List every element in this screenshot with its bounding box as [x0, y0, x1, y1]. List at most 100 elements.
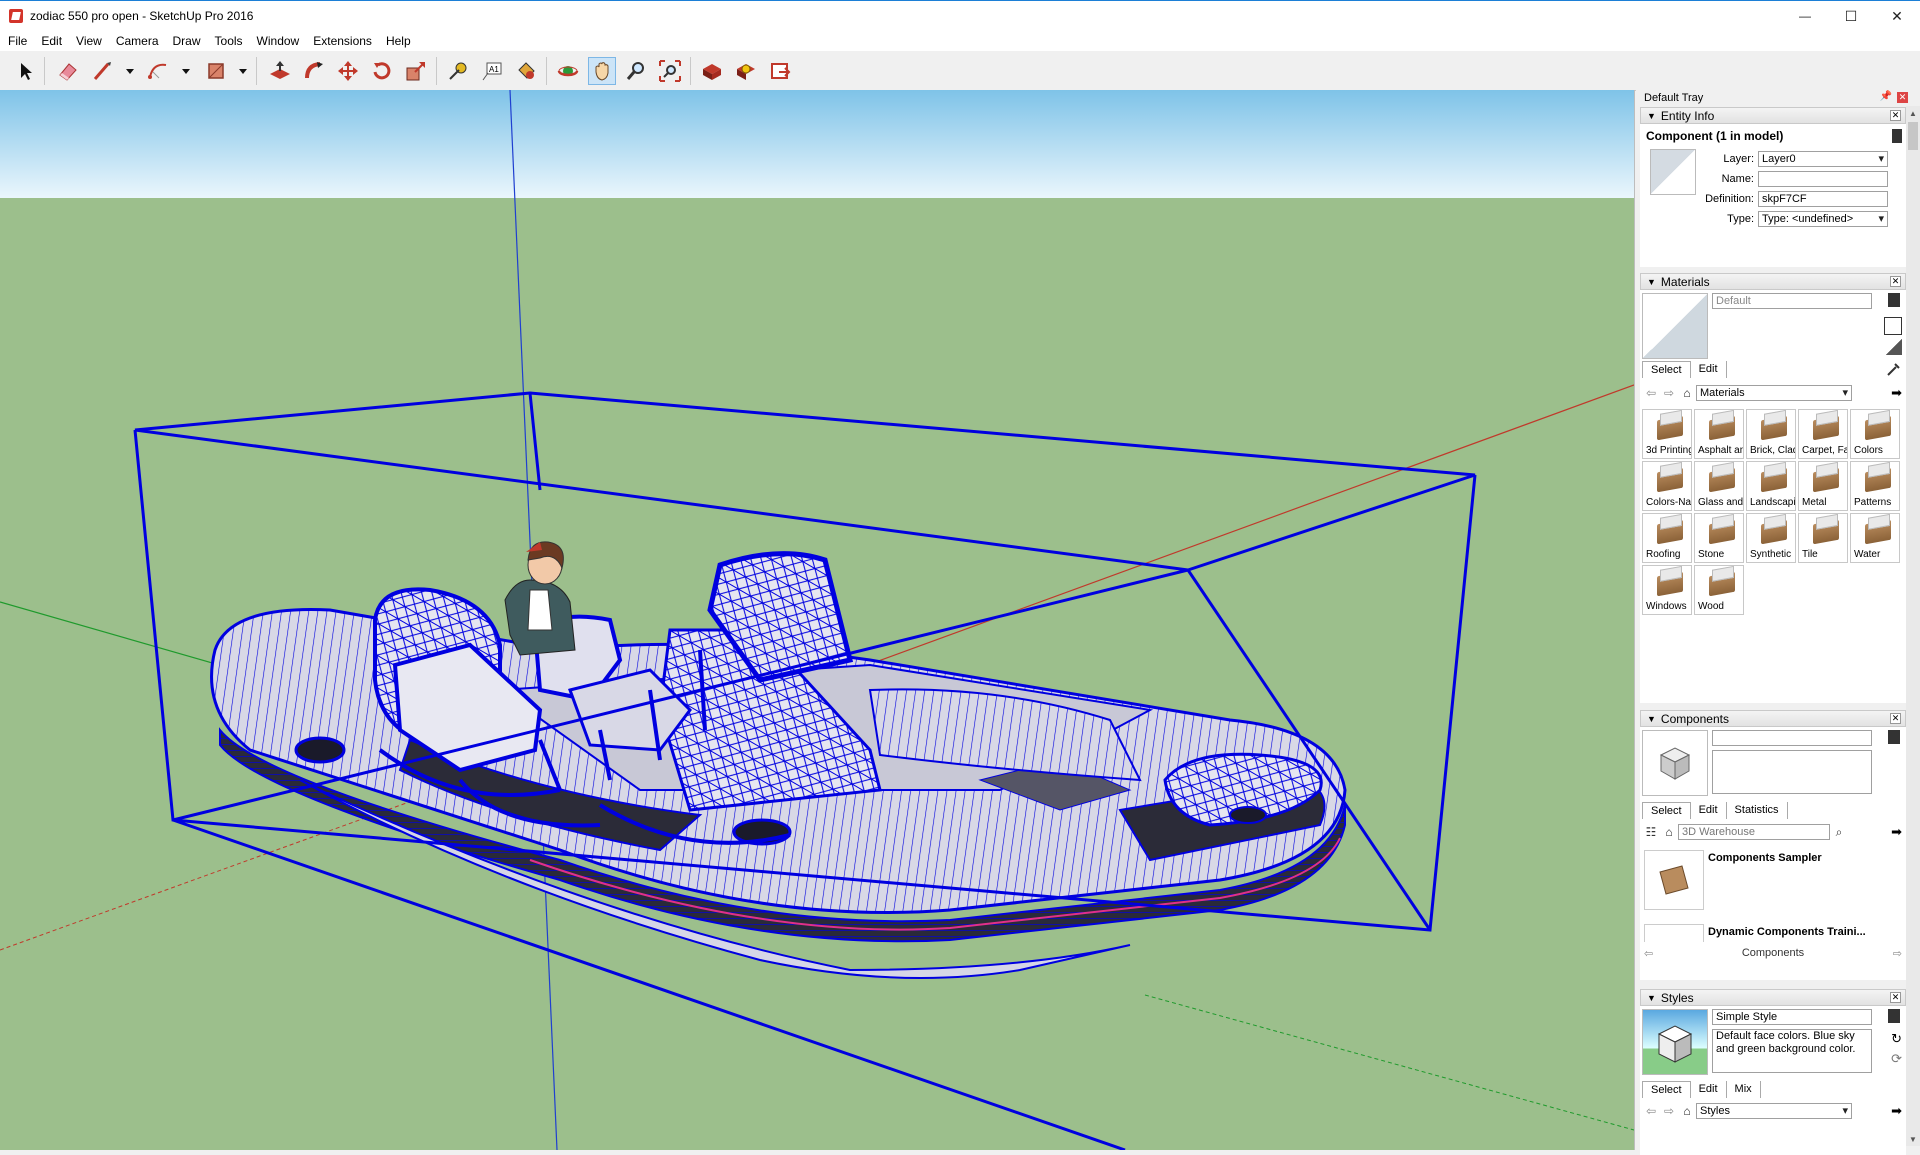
component-description-field[interactable] [1712, 750, 1872, 794]
update-style-icon[interactable]: ↻ [1891, 1031, 1902, 1047]
material-folder[interactable]: Patterns [1850, 461, 1900, 511]
forward-icon[interactable]: ⇨ [1660, 1103, 1678, 1119]
collapse-triangle-icon[interactable]: ▼ [1647, 277, 1656, 287]
create-style-icon[interactable] [1888, 1009, 1900, 1023]
scroll-down-icon[interactable]: ▼ [1906, 1132, 1920, 1146]
material-folder[interactable]: Synthetic [1746, 513, 1796, 563]
orbit-icon[interactable] [554, 57, 582, 85]
details-arrow-icon[interactable]: ➡ [1891, 1103, 1902, 1119]
sketchup-app-icon[interactable] [9, 9, 23, 23]
line-dropdown-icon[interactable] [125, 66, 135, 76]
home-icon[interactable]: ⌂ [1678, 385, 1696, 401]
material-folder[interactable]: Roofing [1642, 513, 1692, 563]
tray-close-icon[interactable]: ✕ [1897, 92, 1908, 103]
menu-draw[interactable]: Draw [166, 34, 208, 48]
material-folder[interactable]: Landscaping [1746, 461, 1796, 511]
material-folder[interactable]: Colors [1850, 409, 1900, 459]
zoom-extents-icon[interactable] [656, 57, 684, 85]
arc-dropdown-icon[interactable] [181, 66, 191, 76]
components-title-bar[interactable]: ▼ Components ✕ [1640, 710, 1906, 727]
tab-statistics[interactable]: Statistics [1727, 802, 1788, 819]
pan-icon[interactable] [588, 57, 616, 85]
component-name-field[interactable] [1712, 730, 1872, 746]
home-icon[interactable]: ⌂ [1678, 1103, 1696, 1119]
tab-mix[interactable]: Mix [1727, 1081, 1761, 1098]
text-icon[interactable]: A1 [478, 57, 506, 85]
panel-close-icon[interactable]: ✕ [1890, 276, 1901, 287]
push-pull-icon[interactable] [266, 57, 294, 85]
refresh-icon[interactable]: ⟳ [1891, 1051, 1902, 1067]
collapse-triangle-icon[interactable]: ▼ [1647, 111, 1656, 121]
collapse-triangle-icon[interactable]: ▼ [1647, 714, 1656, 724]
back-icon[interactable]: ⇦ [1644, 947, 1653, 960]
name-field[interactable] [1758, 171, 1888, 187]
definition-field[interactable]: skpF7CF [1758, 191, 1888, 207]
material-folder[interactable]: Wood [1694, 565, 1744, 615]
material-swatch[interactable] [1650, 149, 1696, 195]
forward-icon[interactable]: ⇨ [1660, 385, 1678, 401]
material-name-field[interactable]: Default [1712, 293, 1872, 309]
scroll-thumb[interactable] [1908, 122, 1918, 150]
tab-select[interactable]: Select [1642, 802, 1691, 819]
rotate-icon[interactable] [368, 57, 396, 85]
move-icon[interactable] [334, 57, 362, 85]
follow-me-icon[interactable] [300, 57, 328, 85]
maximize-button[interactable]: ☐ [1828, 1, 1874, 31]
select-icon[interactable] [12, 57, 40, 85]
home-icon[interactable]: ⌂ [1660, 824, 1678, 840]
materials-library-select[interactable]: Materials [1696, 385, 1852, 401]
details-toggle-icon[interactable] [1888, 730, 1900, 744]
warehouse-search-input[interactable]: 3D Warehouse [1678, 824, 1830, 840]
tab-select[interactable]: Select [1642, 1081, 1691, 1098]
create-material-icon[interactable] [1888, 293, 1900, 307]
component-thumbnail[interactable] [1644, 850, 1704, 910]
menu-file[interactable]: File [0, 34, 34, 48]
material-folder[interactable]: Water [1850, 513, 1900, 563]
extension-warehouse-icon[interactable] [732, 57, 760, 85]
panel-close-icon[interactable]: ✕ [1890, 992, 1901, 1003]
tab-select[interactable]: Select [1642, 361, 1691, 378]
materials-title-bar[interactable]: ▼ Materials ✕ [1640, 273, 1906, 290]
material-folder[interactable]: 3d Printing [1642, 409, 1692, 459]
collapse-triangle-icon[interactable]: ▼ [1647, 993, 1656, 1003]
material-folder[interactable]: Stone [1694, 513, 1744, 563]
tab-edit[interactable]: Edit [1691, 361, 1727, 378]
layer-select[interactable]: Layer0 [1758, 151, 1888, 167]
menu-edit[interactable]: Edit [34, 34, 69, 48]
list-item[interactable]: Components Sampler [1708, 852, 1822, 864]
menu-camera[interactable]: Camera [109, 34, 166, 48]
panel-close-icon[interactable]: ✕ [1890, 713, 1901, 724]
component-thumbnail[interactable] [1644, 924, 1704, 942]
details-arrow-icon[interactable]: ➡ [1891, 824, 1902, 840]
scroll-up-icon[interactable]: ▲ [1906, 106, 1920, 120]
rectangle-dropdown-icon[interactable] [238, 66, 248, 76]
line-icon[interactable] [88, 57, 116, 85]
drawing-viewport[interactable] [0, 90, 1635, 1150]
material-folder[interactable]: Windows [1642, 565, 1692, 615]
style-name-field[interactable]: Simple Style [1712, 1009, 1872, 1025]
eyedropper-icon[interactable] [1886, 361, 1902, 377]
material-folder[interactable]: Asphalt and Concrete [1694, 409, 1744, 459]
sample-paint-icon[interactable] [1884, 317, 1902, 335]
search-icon[interactable]: ⌕ [1830, 824, 1848, 840]
tab-edit[interactable]: Edit [1691, 1081, 1727, 1098]
forward-icon[interactable]: ⇨ [1893, 947, 1902, 960]
panel-close-icon[interactable]: ✕ [1890, 110, 1901, 121]
view-options-icon[interactable]: ☷ [1642, 824, 1660, 840]
send-to-layout-icon[interactable] [766, 57, 794, 85]
menu-extensions[interactable]: Extensions [306, 34, 379, 48]
material-folder[interactable]: Brick, Cladding and Siding [1746, 409, 1796, 459]
paint-bucket-icon[interactable] [512, 57, 540, 85]
styles-library-select[interactable]: Styles [1696, 1103, 1852, 1119]
tape-measure-icon[interactable] [444, 57, 472, 85]
menu-window[interactable]: Window [250, 34, 307, 48]
eraser-icon[interactable] [54, 57, 82, 85]
zoom-icon[interactable] [622, 57, 650, 85]
tab-edit[interactable]: Edit [1691, 802, 1727, 819]
list-item[interactable]: Dynamic Components Traini... [1708, 926, 1866, 938]
back-icon[interactable]: ⇦ [1642, 1103, 1660, 1119]
tray-scrollbar[interactable]: ▲ ▼ [1906, 106, 1920, 1146]
minimize-button[interactable]: — [1782, 1, 1828, 31]
material-folder[interactable]: Tile [1798, 513, 1848, 563]
type-select[interactable]: Type: <undefined> [1758, 211, 1888, 227]
